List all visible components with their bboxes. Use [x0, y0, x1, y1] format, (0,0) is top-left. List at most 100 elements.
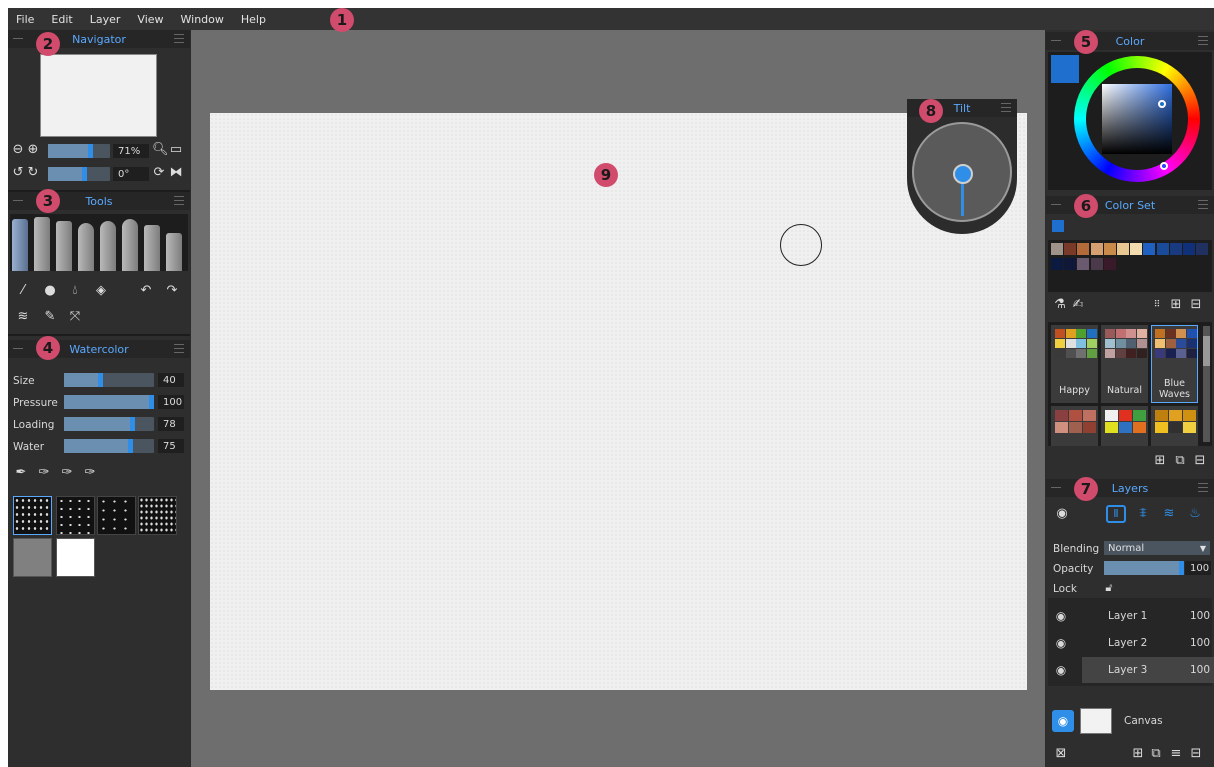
- colorset-card[interactable]: [1051, 406, 1098, 446]
- brush-preset-3-icon[interactable]: ✑: [59, 466, 75, 480]
- color-swatch[interactable]: [1130, 243, 1143, 255]
- brush-preset-1-icon[interactable]: ✒: [13, 466, 29, 480]
- collapse-icon[interactable]: [1051, 487, 1061, 488]
- rotate-right-icon[interactable]: ↻: [26, 166, 40, 180]
- eye-icon[interactable]: ◉: [1050, 609, 1072, 623]
- color-swatch[interactable]: [1077, 258, 1090, 270]
- color-swatch[interactable]: [1169, 243, 1182, 255]
- brush-preset-2-icon[interactable]: ✑: [36, 466, 52, 480]
- scrollbar-thumb[interactable]: [1203, 336, 1210, 366]
- color-swatch[interactable]: [1183, 243, 1195, 255]
- collapse-icon[interactable]: [13, 38, 23, 39]
- colorset-card[interactable]: [1151, 406, 1198, 446]
- eraser-icon[interactable]: ◈: [93, 284, 109, 298]
- saturation-value-square[interactable]: [1102, 84, 1172, 154]
- panel-menu-icon[interactable]: [1198, 200, 1208, 209]
- add-set-icon[interactable]: ⊞: [1152, 454, 1168, 468]
- eye-icon[interactable]: ◉: [1050, 663, 1072, 677]
- water-slider-knob[interactable]: [128, 439, 133, 453]
- transform-icon[interactable]: ⤧: [67, 310, 83, 324]
- size-value[interactable]: 40: [158, 373, 184, 387]
- blending-dropdown[interactable]: Normal ▼: [1104, 541, 1210, 555]
- rotation-slider-knob[interactable]: [82, 167, 87, 181]
- reset-rotation-icon[interactable]: ⟳: [152, 166, 166, 180]
- merge-layer-icon[interactable]: ≡: [1168, 747, 1184, 761]
- clear-layer-icon[interactable]: ⊠: [1053, 747, 1069, 761]
- color-swatch[interactable]: [1090, 258, 1103, 270]
- color-swatch[interactable]: [1103, 258, 1116, 270]
- panel-menu-icon[interactable]: [1198, 483, 1208, 492]
- zoom-slider[interactable]: [48, 144, 110, 158]
- color-swatch[interactable]: [1064, 243, 1077, 255]
- layer-row[interactable]: ◉ Layer 2 100: [1050, 630, 1210, 656]
- pressure-slider[interactable]: [64, 395, 154, 409]
- color-swatch[interactable]: [1077, 243, 1090, 255]
- canvas-area[interactable]: 9 Tilt 8: [191, 30, 1045, 767]
- remove-set-icon[interactable]: ⊟: [1192, 454, 1208, 468]
- redo-icon[interactable]: ↷: [164, 284, 180, 298]
- panel-menu-icon[interactable]: [174, 344, 184, 353]
- colorset-card[interactable]: Blue Waves: [1151, 325, 1198, 403]
- color-swatch[interactable]: [1103, 243, 1116, 255]
- current-color-swatch[interactable]: [1051, 55, 1079, 83]
- zoom-fit-icon[interactable]: 🔍︎: [152, 143, 169, 157]
- collapse-icon[interactable]: [13, 348, 23, 349]
- colorset-current-swatch[interactable]: [1052, 220, 1064, 232]
- layer-row[interactable]: ◉ Layer 1 100: [1050, 603, 1210, 629]
- colorset-card[interactable]: Natural: [1101, 325, 1148, 403]
- panel-menu-icon[interactable]: [1198, 36, 1208, 45]
- hue-wheel[interactable]: [1074, 56, 1200, 182]
- pressure-value[interactable]: 100: [158, 395, 184, 409]
- duplicate-layer-icon[interactable]: ⧉: [1148, 747, 1164, 761]
- menu-window[interactable]: Window: [181, 13, 224, 26]
- lock-icon[interactable]: 🔓︎: [1102, 581, 1116, 595]
- color-swatch[interactable]: [1196, 243, 1209, 255]
- colorset-card[interactable]: [1101, 406, 1148, 446]
- color-swatch[interactable]: [1051, 243, 1063, 255]
- menu-help[interactable]: Help: [241, 13, 266, 26]
- menu-file[interactable]: File: [16, 13, 34, 26]
- flow-layer-icon[interactable]: ♨: [1186, 507, 1204, 521]
- ink-pen-tool-icon[interactable]: [122, 219, 138, 271]
- texture-thumbnail[interactable]: [138, 496, 177, 535]
- grid-view-icon[interactable]: ⠿: [1150, 298, 1164, 312]
- filter-icon[interactable]: ⚗: [1052, 298, 1068, 312]
- water-drop-tool-icon[interactable]: 💧︎: [67, 284, 83, 298]
- blow-tool-icon[interactable]: ≋: [15, 310, 31, 324]
- loading-slider-knob[interactable]: [130, 417, 135, 431]
- color-swatch[interactable]: [1051, 258, 1063, 270]
- panel-menu-icon[interactable]: [1001, 103, 1011, 112]
- acrylic-brush-tool-icon[interactable]: [56, 221, 72, 271]
- color-swatch[interactable]: [1064, 258, 1077, 270]
- eyedropper-icon[interactable]: ✎: [42, 310, 58, 324]
- opacity-value[interactable]: 100: [1185, 561, 1211, 575]
- rotation-value[interactable]: 0°: [113, 167, 149, 181]
- add-swatch-icon[interactable]: ⊞: [1168, 298, 1184, 312]
- zoom-out-icon[interactable]: ⊖: [11, 143, 25, 157]
- navigator-preview[interactable]: [40, 54, 157, 137]
- texture-thumbnail[interactable]: [56, 496, 95, 535]
- tilt-dial[interactable]: [912, 122, 1012, 222]
- collapse-icon[interactable]: [1051, 204, 1061, 205]
- oil-brush-tool-icon[interactable]: [34, 217, 50, 271]
- hue-selector-knob[interactable]: [1160, 162, 1168, 170]
- opacity-slider-knob[interactable]: [1179, 561, 1184, 575]
- undo-icon[interactable]: ↶: [138, 284, 154, 298]
- flip-horizontal-icon[interactable]: ⧓: [168, 166, 184, 180]
- loading-slider[interactable]: [64, 417, 154, 431]
- watercolor-brush-tool-icon[interactable]: [12, 219, 28, 271]
- eye-icon[interactable]: ◉: [1050, 636, 1072, 650]
- texture-thumbnail[interactable]: [13, 496, 52, 535]
- eraser-tool-icon[interactable]: [166, 233, 182, 271]
- color-selector-knob[interactable]: [1158, 100, 1166, 108]
- pressure-slider-knob[interactable]: [149, 395, 154, 409]
- color-swatch[interactable]: [1090, 243, 1103, 255]
- edit-swatch-icon[interactable]: ✍: [1070, 298, 1086, 312]
- wet-layer-icon[interactable]: ⩨: [1134, 507, 1152, 521]
- pen-tool-icon[interactable]: [100, 221, 116, 271]
- collapse-icon[interactable]: [1051, 40, 1061, 41]
- water-value[interactable]: 75: [158, 439, 184, 453]
- water-slider[interactable]: [64, 439, 154, 453]
- brush-preset-4-icon[interactable]: ✑: [82, 466, 98, 480]
- menu-layer[interactable]: Layer: [90, 13, 121, 26]
